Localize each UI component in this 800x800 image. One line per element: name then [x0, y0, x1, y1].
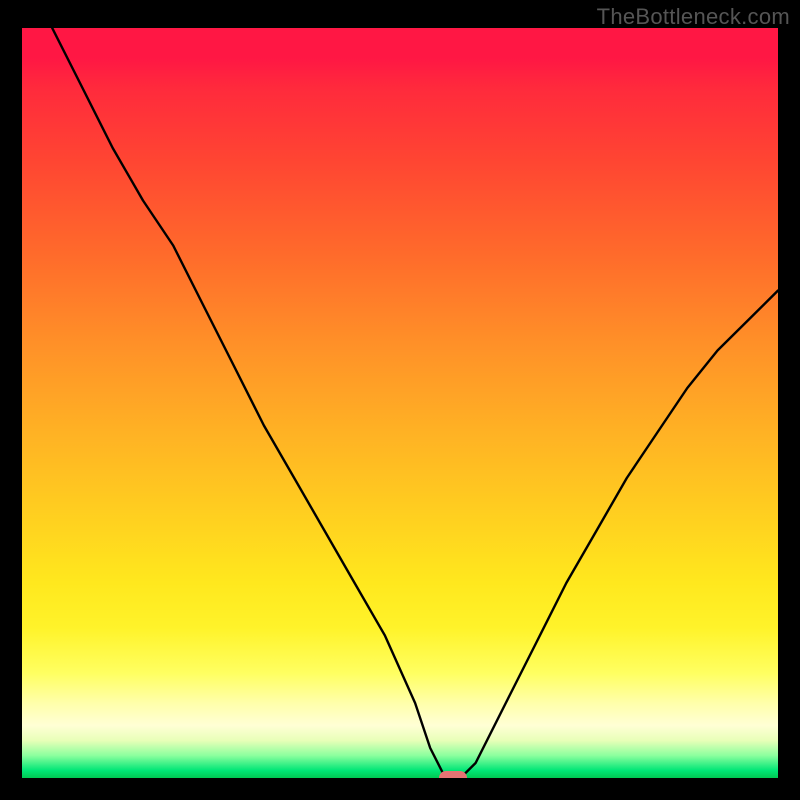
curve-svg — [22, 28, 778, 778]
plot-area — [22, 28, 778, 778]
chart-frame: TheBottleneck.com — [0, 0, 800, 800]
watermark-text: TheBottleneck.com — [597, 4, 790, 30]
bottleneck-curve-path — [52, 28, 778, 778]
min-marker — [439, 771, 467, 778]
